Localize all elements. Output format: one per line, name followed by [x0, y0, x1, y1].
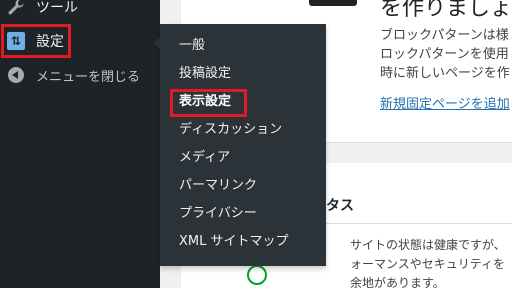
reading-highlight-box — [170, 89, 247, 117]
health-status-icon — [247, 265, 267, 285]
submenu-item-permalinks[interactable]: パーマリンク — [179, 176, 257, 196]
site-health-heading: タス — [326, 198, 354, 214]
card-heading: を作りましょう — [380, 0, 512, 21]
submenu-item-discussion[interactable]: ディスカッション — [179, 120, 282, 140]
settings-submenu: 一般 投稿設定 表示設定 ディスカッション メディア パーマリンク プライバシー… — [160, 24, 326, 266]
card-text-line-3: 時に新しいページを作 — [380, 66, 510, 81]
sidebar-item-label: ツール — [36, 0, 78, 16]
add-new-page-link[interactable]: 新規固定ページを追加 — [380, 93, 510, 112]
collapse-arrow-icon — [8, 67, 24, 83]
health-text-line-1: サイトの状態は健康ですが、 — [350, 238, 506, 252]
card-text-line-2: ロックパターンを使用 — [380, 47, 509, 62]
submenu-item-media[interactable]: メディア — [179, 148, 230, 168]
settings-highlight-box — [1, 24, 71, 58]
collapse-menu-button[interactable]: メニューを閉じる — [0, 58, 160, 92]
wrench-icon — [6, 0, 26, 17]
health-text-line-3: 余地があります。 — [350, 276, 445, 288]
collapse-icon-wrap — [6, 65, 26, 85]
health-text-line-2: ォーマンスやセキュリティを — [350, 257, 506, 271]
dark-button-fragment[interactable] — [309, 0, 357, 6]
submenu-item-xml-sitemap[interactable]: XML サイトマップ — [179, 232, 289, 252]
submenu-item-writing[interactable]: 投稿設定 — [179, 64, 231, 84]
sidebar-item-tools[interactable]: ツール — [0, 0, 160, 24]
submenu-item-privacy[interactable]: プライバシー — [179, 204, 257, 224]
card-text-line-1: ブロックパターンは様 — [380, 28, 509, 43]
collapse-menu-label: メニューを閉じる — [36, 69, 141, 85]
submenu-item-general[interactable]: 一般 — [179, 36, 205, 56]
